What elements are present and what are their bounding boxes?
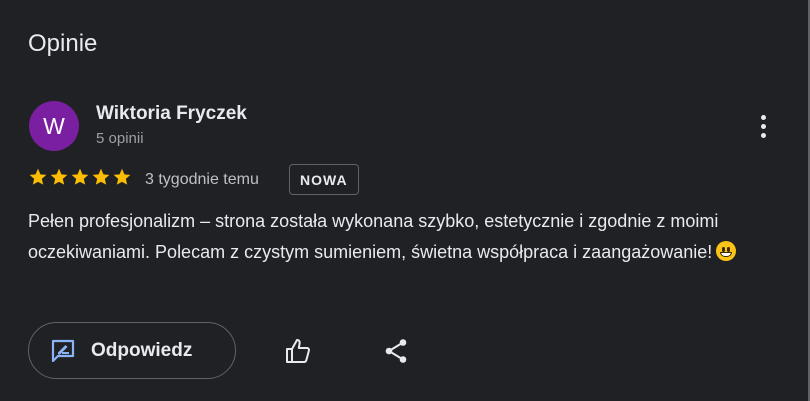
star-icon (29, 168, 47, 185)
review-time: 3 tygodnie temu (145, 171, 259, 188)
star-icon (113, 168, 131, 185)
avatar-initial: W (43, 112, 65, 139)
star-icon (71, 168, 89, 185)
reply-button-label: Odpowiedz (91, 339, 193, 361)
share-icon (385, 339, 407, 363)
thumb-up-icon (286, 339, 310, 363)
like-button[interactable] (278, 331, 318, 371)
star-rating (28, 167, 132, 187)
reply-button[interactable]: Odpowiedz (28, 322, 236, 379)
section-title: Opinie (28, 30, 98, 57)
share-button[interactable] (376, 331, 416, 371)
reply-edit-icon (51, 339, 75, 362)
more-options-icon[interactable] (752, 110, 774, 142)
review-text: Pełen profesjonalizm – strona została wy… (28, 211, 719, 262)
star-icon (50, 168, 68, 185)
avatar[interactable]: W (29, 101, 79, 151)
review-panel: Opinie W Wiktoria Fryczek 5 opinii 3 tyg… (0, 0, 810, 401)
author-name[interactable]: Wiktoria Fryczek (96, 103, 247, 125)
grinning-face-emoji-icon (716, 241, 737, 261)
review-text-block: Pełen profesjonalizm – strona została wy… (28, 206, 788, 268)
author-review-count: 5 opinii (96, 130, 144, 147)
star-icon (92, 168, 110, 185)
new-badge: NOWA (289, 164, 359, 195)
